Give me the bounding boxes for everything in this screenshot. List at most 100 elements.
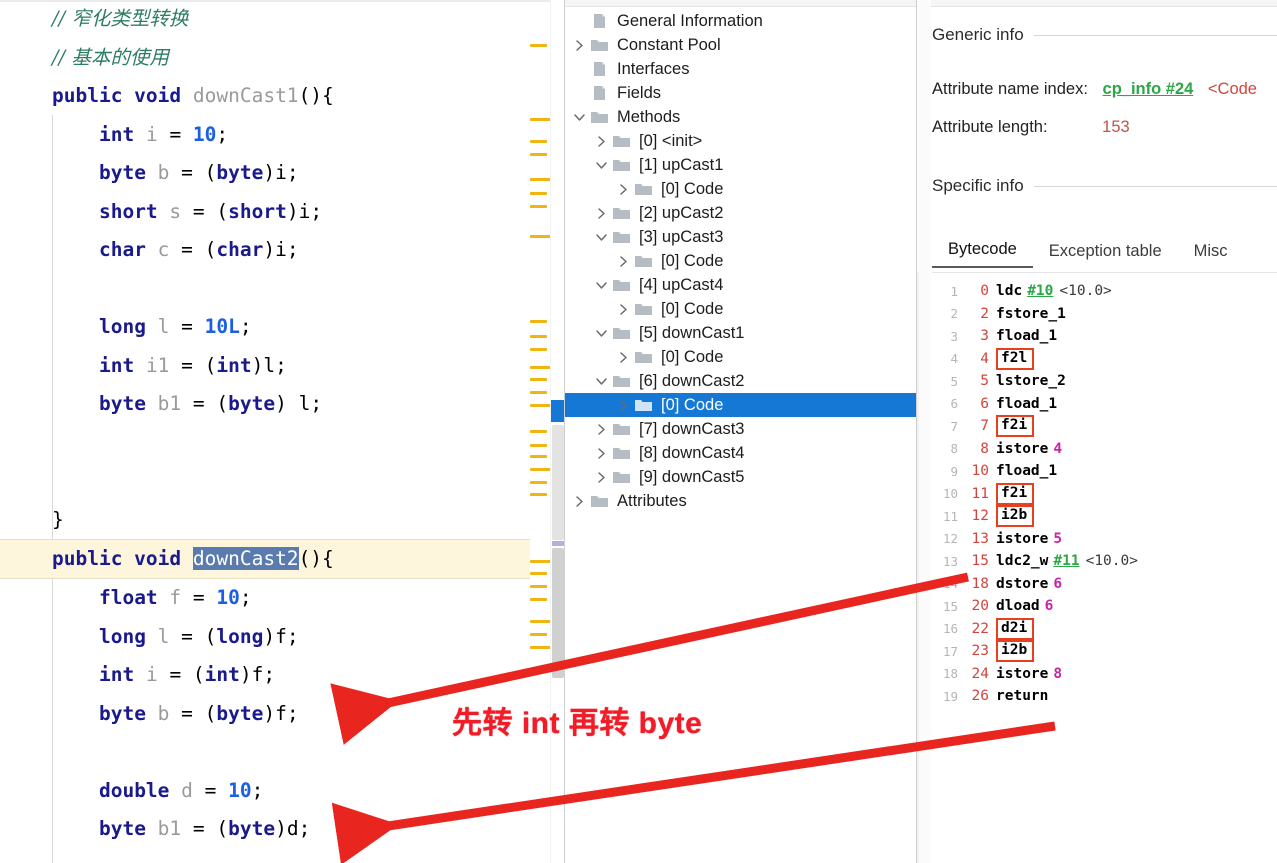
bytecode-row[interactable]: 8 8 istore 4 [932,438,1272,461]
code-line-highlighted[interactable]: public void downCast2(){ [0,539,530,579]
scrollbar-thumb-upper[interactable] [552,425,564,540]
bytecode-row[interactable]: 13 15 ldc2_w #11 <10.0> [932,550,1272,573]
tree-twisty-collapsed-icon[interactable] [617,351,630,364]
tree-row[interactable]: [2] upCast2 [565,201,917,225]
tree-twisty-expanded-icon[interactable] [595,231,608,244]
detail-tabs[interactable]: Bytecode Exception table Misc [932,236,1244,268]
tab-misc[interactable]: Misc [1178,238,1244,268]
tree-row[interactable]: [0] Code [565,249,917,273]
code-line[interactable] [0,424,530,463]
code-line[interactable] [0,462,530,501]
bytecode-row[interactable]: 16 22 d2i [932,617,1272,641]
bytecode-row[interactable]: 14 18 dstore 6 [932,573,1272,596]
editor-warning-marker[interactable] [530,620,551,623]
code-line[interactable]: short s = (short)i; [0,193,530,232]
code-line[interactable]: int i = (int)f; [0,656,530,695]
tree-twisty-collapsed-icon[interactable] [617,303,630,316]
bytecode-row[interactable]: 1 0 ldc #10 <10.0> [932,280,1272,303]
bytecode-listing[interactable]: 1 0 ldc #10 <10.0> 2 2 fstore_1 3 3 fload_1 4 4 f2l 5 5… [932,280,1272,708]
tree-row[interactable]: Attributes [565,489,917,513]
tree-twisty-collapsed-icon[interactable] [595,135,608,148]
editor-warning-marker[interactable] [530,205,547,208]
tree-row[interactable]: [6] downCast2 [565,369,917,393]
bytecode-cp-ref[interactable]: #10 [1027,283,1053,299]
editor-warning-marker[interactable] [530,320,547,323]
tree-twisty-collapsed-icon[interactable] [617,183,630,196]
tree-row[interactable]: General Information [565,9,917,33]
bytecode-row[interactable]: 19 26 return [932,685,1272,708]
tree-row[interactable]: Constant Pool [565,33,917,57]
tree-row[interactable]: [8] downCast4 [565,441,917,465]
tree-row[interactable]: [1] upCast1 [565,153,917,177]
editor-warning-marker[interactable] [530,192,547,195]
code-line[interactable]: int i = 10; [0,116,530,155]
editor-warning-marker[interactable] [530,348,547,351]
tree-row[interactable]: [5] downCast1 [565,321,917,345]
code-line[interactable] [0,270,530,309]
tree-twisty-collapsed-icon[interactable] [595,471,608,484]
tree-twisty-expanded-icon[interactable] [595,279,608,292]
code-line[interactable]: byte b1 = (byte) l; [0,385,530,424]
code-line[interactable]: byte b = (byte)i; [0,154,530,193]
tree-twisty-collapsed-icon[interactable] [573,495,586,508]
tree-row[interactable]: [9] downCast5 [565,465,917,489]
code-line[interactable]: public void downCast1(){ [0,77,530,116]
tree-row-selected[interactable]: [0] Code [565,393,917,417]
tree-row[interactable]: [0] Code [565,345,917,369]
editor-warning-marker[interactable] [530,646,551,649]
editor-warning-marker[interactable] [530,598,547,601]
bytecode-row[interactable]: 5 5 lstore_2 [932,370,1272,393]
code-line[interactable]: // 基本的使用 [0,39,530,78]
editor-warning-marker[interactable] [530,468,551,471]
tree-twisty-collapsed-icon[interactable] [595,447,608,460]
editor-warning-marker[interactable] [530,391,547,394]
bytecode-cp-ref[interactable]: #11 [1053,553,1079,569]
tree-row[interactable]: Methods [565,105,917,129]
tree-row[interactable]: [0] Code [565,177,917,201]
tab-bytecode[interactable]: Bytecode [932,236,1033,268]
editor-warning-marker[interactable] [530,335,547,338]
scrollbar-thumb-lower[interactable] [552,548,564,678]
bytecode-row[interactable]: 17 23 i2b [932,640,1272,663]
tree-row[interactable]: Fields [565,81,917,105]
editor-warning-marker[interactable] [530,585,547,588]
tree-twisty-expanded-icon[interactable] [573,111,586,124]
editor-warning-marker[interactable] [530,633,547,636]
editor-warning-marker[interactable] [530,560,551,563]
code-line[interactable] [0,733,530,772]
bytecode-row[interactable]: 6 6 fload_1 [932,393,1272,416]
code-line[interactable]: long l = 10L; [0,308,530,347]
tree-twisty-collapsed-icon[interactable] [573,39,586,52]
tree-row[interactable]: [0] <init> [565,129,917,153]
tree-twisty-collapsed-icon[interactable] [595,423,608,436]
attribute-detail-pane[interactable]: Generic info Attribute name index: cp_in… [917,0,1277,863]
bytecode-row[interactable]: 7 7 f2i [932,415,1272,438]
tree-twisty-expanded-icon[interactable] [595,159,608,172]
editor-warning-marker[interactable] [530,481,547,484]
code-line[interactable]: int i1 = (int)l; [0,347,530,386]
code-line[interactable]: long l = (long)f; [0,618,530,657]
code-line[interactable]: float f = 10; [0,579,530,618]
code-line[interactable]: char c = (char)i; [0,231,530,270]
editor-warning-marker[interactable] [530,153,547,156]
editor-warning-marker[interactable] [530,444,547,447]
cp-info-link[interactable]: cp_info #24 [1103,80,1194,98]
tree-twisty-collapsed-icon[interactable] [595,207,608,220]
bytecode-row[interactable]: 18 24 istore 8 [932,663,1272,686]
editor-warning-marker[interactable] [530,235,551,238]
editor-warning-marker[interactable] [530,572,547,575]
editor-warning-marker[interactable] [530,404,551,407]
tree-row[interactable]: [4] upCast4 [565,273,917,297]
code-line[interactable]: } [0,501,530,540]
editor-warning-marker[interactable] [530,430,547,433]
tree-row[interactable]: Interfaces [565,57,917,81]
tree-twisty-expanded-icon[interactable] [595,375,608,388]
editor-warning-marker[interactable] [530,493,547,496]
bytecode-row[interactable]: 3 3 fload_1 [932,325,1272,348]
tree-twisty-expanded-icon[interactable] [595,327,608,340]
bytecode-row[interactable]: 15 20 dload 6 [932,595,1272,618]
bytecode-row[interactable]: 12 13 istore 5 [932,528,1272,551]
tree-twisty-collapsed-icon[interactable] [617,399,630,412]
editor-warning-marker[interactable] [530,178,551,181]
code-line[interactable]: double d = 10; [0,772,530,811]
